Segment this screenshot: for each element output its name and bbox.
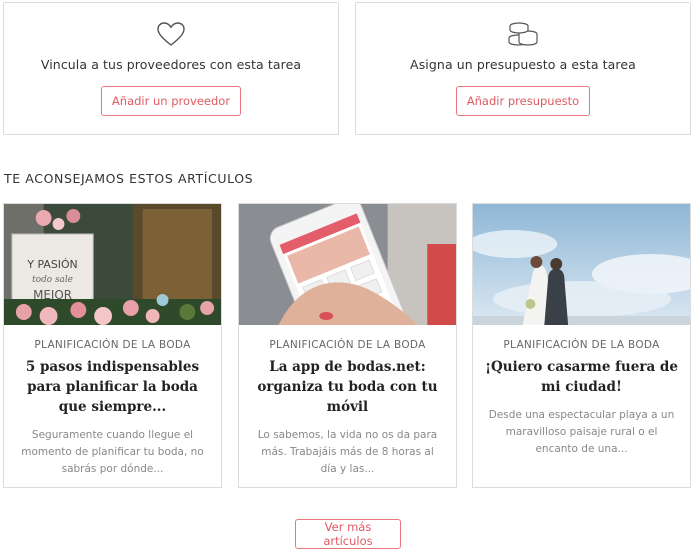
add-budget-button[interactable]: Añadir presupuesto — [455, 86, 591, 116]
more-articles-button[interactable]: Ver más artículos — [295, 519, 401, 549]
coins-icon — [506, 19, 540, 49]
heart-icon — [156, 19, 186, 49]
providers-task-card: Vincula a tus proveedores con esta tarea… — [3, 2, 339, 135]
article-card[interactable]: Y PASIÓN todo sale MEJOR PLANIFICACIÓN D… — [3, 203, 222, 488]
image-text-line: Y PASIÓN — [26, 258, 77, 271]
article-category: PLANIFICACIÓN DE LA BODA — [34, 339, 191, 351]
image-text-line: todo sale — [32, 275, 73, 285]
article-card[interactable]: PLANIFICACIÓN DE LA BODA La app de bodas… — [238, 203, 457, 488]
add-provider-button[interactable]: Añadir un proveedor — [100, 86, 242, 116]
article-image — [473, 204, 690, 325]
budget-task-text: Asigna un presupuesto a esta tarea — [410, 57, 636, 72]
providers-task-text: Vincula a tus proveedores con esta tarea — [40, 57, 302, 72]
article-image — [239, 204, 456, 325]
article-excerpt: Seguramente cuando llegue el momento de … — [21, 429, 204, 475]
article-excerpt: Desde una espectacular playa a un maravi… — [488, 409, 675, 455]
article-image: Y PASIÓN todo sale MEJOR — [4, 204, 221, 325]
budget-task-card: Asigna un presupuesto a esta tarea Añadi… — [355, 2, 691, 135]
article-category: PLANIFICACIÓN DE LA BODA — [503, 339, 660, 351]
article-title[interactable]: ¡Quiero casarme fuera de mi ciudad! — [483, 357, 680, 397]
article-card[interactable]: PLANIFICACIÓN DE LA BODA ¡Quiero casarme… — [472, 203, 691, 488]
article-category: PLANIFICACIÓN DE LA BODA — [269, 339, 426, 351]
article-excerpt: Lo sabemos, la vida no os da para más. T… — [257, 429, 438, 475]
article-title[interactable]: 5 pasos indispensables para planificar l… — [14, 357, 211, 417]
section-title: TE ACONSEJAMOS ESTOS ARTÍCULOS — [4, 171, 254, 186]
article-title[interactable]: La app de bodas.net: organiza tu boda co… — [249, 357, 446, 417]
